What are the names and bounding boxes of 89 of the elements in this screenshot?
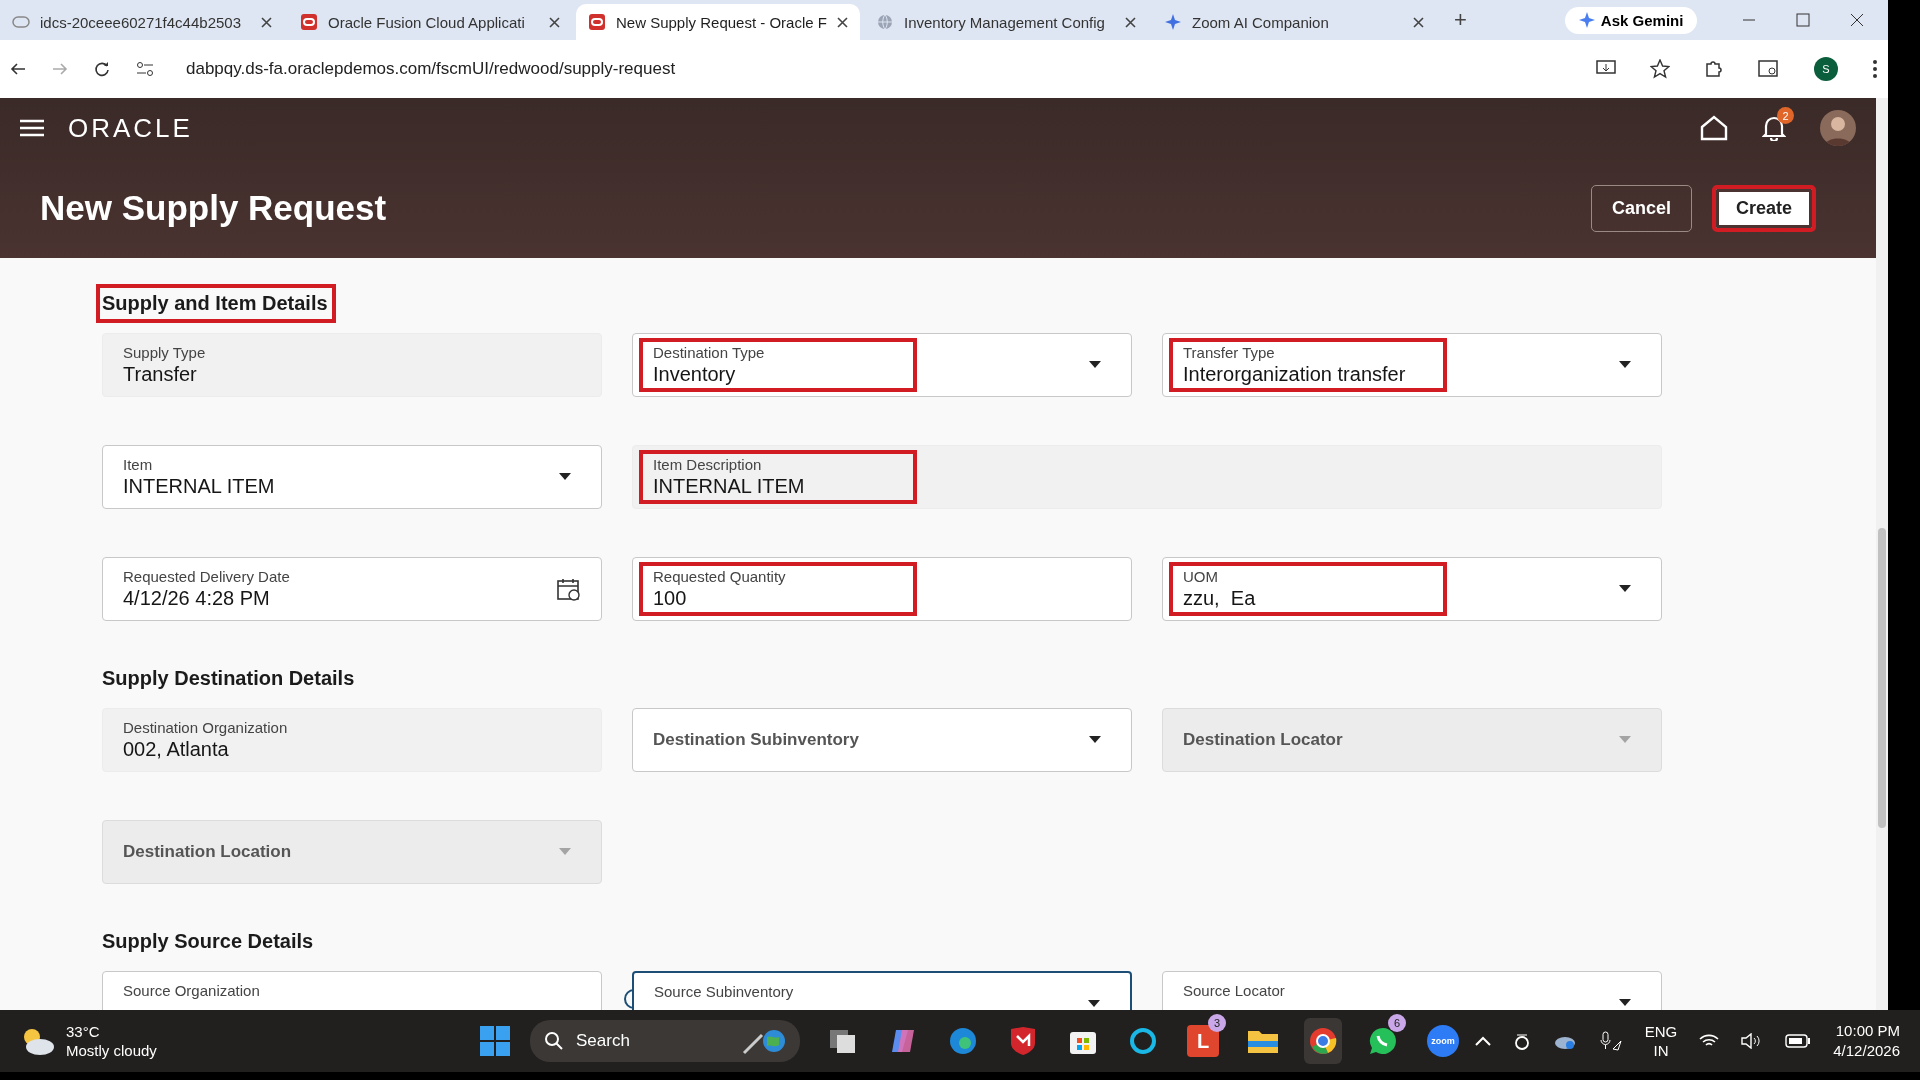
close-icon[interactable] [837, 16, 848, 28]
tab-title: idcs-20ceee60271f4c44b2503 [40, 13, 242, 31]
close-icon[interactable] [1413, 16, 1424, 28]
dropdown-field[interactable]: UOM zzu, Ea [1162, 557, 1662, 621]
ring-icon[interactable] [1512, 1031, 1531, 1051]
user-avatar[interactable] [1820, 110, 1856, 146]
clock-time[interactable]: 10:00 PM [1835, 1021, 1900, 1041]
dropdown-caret-icon[interactable] [1619, 585, 1631, 592]
sparkle-icon [1164, 13, 1182, 31]
browser-icon[interactable] [948, 1026, 978, 1056]
weather-text: Mostly cloudy [66, 1041, 157, 1060]
cancel-button[interactable]: Cancel [1590, 184, 1692, 232]
taskbar-search[interactable]: Search [530, 1020, 800, 1062]
tab-title: Zoom AI Companion [1192, 13, 1330, 31]
dropdown-field[interactable]: Item INTERNAL ITEM [102, 445, 602, 509]
clock-date[interactable]: 4/12/2026 [1833, 1041, 1900, 1061]
dropdown-caret-icon[interactable] [1089, 361, 1101, 368]
active-app-highlight[interactable] [1304, 1018, 1342, 1064]
maximize-icon[interactable] [1796, 13, 1810, 27]
tab-title: Oracle Fusion Cloud Applicati [328, 13, 526, 31]
input-field[interactable]: Destination Organization 002, Atlanta [102, 708, 602, 772]
sparkle-icon [1578, 12, 1595, 28]
ring-icon[interactable] [1128, 1026, 1158, 1056]
browser-tab[interactable]: Inventory Management Config [864, 4, 1148, 40]
scrollbar[interactable] [1876, 98, 1888, 1010]
close-icon[interactable] [1125, 16, 1136, 28]
section-heading: Supply and Item Details [102, 292, 328, 315]
input-field[interactable]: Supply Type Transfer [102, 333, 602, 397]
extensions-icon[interactable] [1704, 59, 1724, 79]
calendar-icon[interactable] [557, 578, 581, 602]
tab-title: Inventory Management Config [904, 13, 1106, 31]
app-badge: 6 [1388, 1014, 1406, 1032]
tab-title: New Supply Request - Oracle F [616, 13, 827, 31]
home-icon[interactable] [1700, 115, 1728, 141]
create-button[interactable]: Create [1711, 184, 1816, 232]
chat-icon[interactable] [1368, 1026, 1398, 1056]
region[interactable]: IN [1653, 1041, 1669, 1060]
input-field[interactable]: Requested Quantity 100 [632, 557, 1132, 621]
dropdown-field[interactable]: Source Subinventory [632, 971, 1132, 1010]
chevron-up-icon[interactable] [1474, 1036, 1491, 1046]
microphone-icon[interactable] [1598, 1031, 1623, 1051]
dropdown-caret-icon[interactable] [559, 473, 571, 480]
dropdown-field[interactable]: Destination Type Inventory [632, 333, 1132, 397]
notification-badge: 2 [1777, 107, 1794, 124]
new-tab-button[interactable]: + [1440, 7, 1481, 33]
dropdown-field[interactable]: Source Locator [1162, 971, 1662, 1010]
shield-icon[interactable] [1009, 1026, 1037, 1056]
globe-icon [876, 13, 894, 31]
reload-icon[interactable] [94, 61, 110, 77]
globe-icon [742, 1027, 786, 1055]
close-icon[interactable] [549, 16, 560, 28]
battery-icon[interactable] [1785, 1034, 1812, 1048]
oracle-tab-icon [588, 13, 606, 31]
menu-icon[interactable] [20, 119, 44, 137]
dropdown-field[interactable]: Destination Subinventory [632, 708, 1132, 772]
browser-tab[interactable]: Zoom AI Companion [1152, 4, 1436, 40]
more-icon[interactable] [1872, 59, 1878, 79]
profile-avatar[interactable]: S [1814, 57, 1838, 81]
star-icon[interactable] [1650, 59, 1670, 79]
temperature: 33°C [66, 1022, 101, 1041]
browser-tab[interactable]: New Supply Request - Oracle F [576, 4, 860, 40]
start-icon[interactable] [480, 1026, 510, 1056]
dropdown-caret-icon[interactable] [1088, 1000, 1100, 1007]
browser-tab[interactable]: idcs-20ceee60271f4c44b2503 [0, 4, 284, 40]
close-icon[interactable] [1850, 13, 1864, 27]
date-field[interactable]: Requested Delivery Date 4/12/26 4:28 PM [102, 557, 602, 621]
dropdown-caret-icon[interactable] [1089, 736, 1101, 743]
dropdown-caret-icon[interactable] [1619, 999, 1631, 1006]
app-badge: 3 [1208, 1014, 1226, 1032]
address-bar[interactable]: dabpqy.ds-fa.oraclepdemos.com/fscmUI/redwood/supply-request [186, 59, 676, 79]
oracle-tab-icon [300, 13, 318, 31]
video-app-icon[interactable]: zoom [1427, 1025, 1459, 1057]
oracle-logo: ORACLE [68, 112, 193, 144]
section-heading: Supply Destination Details [102, 667, 355, 690]
chrome-icon[interactable] [1308, 1026, 1338, 1056]
site-settings-icon[interactable] [136, 61, 154, 77]
dropdown-field[interactable]: Transfer Type Interorganization transfer [1162, 333, 1662, 397]
close-icon[interactable] [261, 16, 272, 28]
section-heading: Supply Source Details [102, 930, 314, 953]
back-icon[interactable] [10, 61, 26, 77]
language[interactable]: ENG [1644, 1022, 1678, 1041]
input-field[interactable]: Item Description INTERNAL ITEM [632, 445, 1662, 509]
browser-tab[interactable]: Oracle Fusion Cloud Applicati [288, 4, 572, 40]
tab-search-icon[interactable] [1758, 59, 1780, 79]
page-title: New Supply Request [40, 188, 388, 228]
dropdown-caret-icon[interactable] [1619, 361, 1631, 368]
tab-outline-icon [12, 16, 30, 28]
gemini-button[interactable]: Ask Gemini [1564, 6, 1698, 34]
search-icon [544, 1031, 564, 1051]
